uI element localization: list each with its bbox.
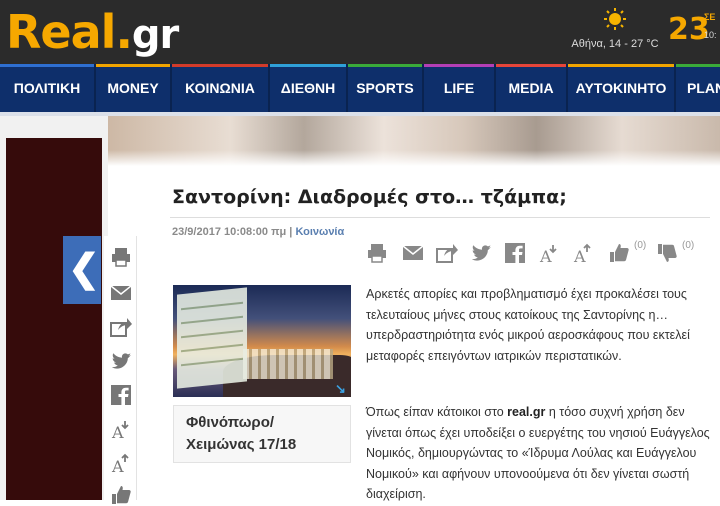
nav-item-1[interactable]: MONEY (96, 64, 170, 112)
source-link[interactable]: real.gr (507, 405, 545, 419)
nav-separator (346, 64, 348, 112)
site-logo[interactable]: Real.gr (6, 4, 179, 63)
date-month: ΣΕ (704, 12, 716, 22)
date-time: 10: (704, 30, 717, 40)
share-icon[interactable] (110, 316, 132, 338)
nav-item-2[interactable]: ΚΟΙΝΩΝΙΑ (172, 64, 268, 112)
nav-item-0[interactable]: ΠΟΛΙΤΙΚΗ (0, 64, 94, 112)
sun-icon (604, 8, 626, 30)
side-share-toolbar: A A (104, 236, 137, 504)
nav-item-label: ΠΟΛΙΤΙΚΗ (13, 80, 81, 96)
nav-separator (494, 64, 496, 112)
nav-item-label: MEDIA (508, 80, 554, 96)
dislike-icon[interactable] (656, 242, 678, 264)
paragraph2-body: η τόσο συχνή χρήση δεν γίνεται όπως έχει… (366, 405, 710, 501)
promo-title: Φθινόπωρο/ Χειμώνας 17/18 (186, 414, 297, 453)
twitter-icon[interactable] (110, 350, 132, 372)
print-icon[interactable] (366, 242, 388, 264)
nav-item-7[interactable]: ΑΥΤΟΚΙΝΗΤΟ (568, 64, 674, 112)
nav-item-accent (568, 64, 674, 67)
left-ad-panel[interactable] (6, 138, 102, 500)
article-title: Σαντορίνη: Διαδρομές στο… τζάμπα; (172, 186, 567, 208)
expand-icon[interactable]: ↘ (335, 381, 349, 396)
font-decrease-icon[interactable]: A (538, 242, 560, 264)
image-overlay (177, 287, 247, 389)
like-count: (0) (634, 240, 647, 251)
article-category-link[interactable]: Κοινωνία (295, 226, 344, 238)
logo-main-text: Real (6, 5, 116, 59)
logo-tld: gr (131, 12, 179, 58)
nav-separator (170, 64, 172, 112)
nav-item-accent (172, 64, 268, 67)
article-date: 23/9/2017 10:08:00 πμ (172, 226, 287, 238)
svg-text:A: A (111, 457, 124, 474)
promo-box[interactable]: Φθινόπωρο/ Χειμώνας 17/18 (173, 405, 351, 463)
logo-dot: . (115, 5, 133, 59)
nav-item-label: PLAN (686, 80, 720, 96)
email-icon[interactable] (402, 242, 424, 264)
previous-article-button[interactable]: ❮ (63, 236, 101, 304)
dislike-count: (0) (682, 240, 695, 251)
share-icon[interactable] (436, 242, 458, 264)
paragraph2-lead: Όπως είπαν κάτοικοι στο (366, 405, 508, 419)
nav-item-label: ΑΥΤΟΚΙΝΗΤΟ (575, 80, 667, 96)
nav-item-6[interactable]: MEDIA (496, 64, 566, 112)
nav-separator (268, 64, 270, 112)
print-icon[interactable] (110, 246, 132, 268)
twitter-icon[interactable] (470, 242, 492, 264)
site-header: Real.gr Αθήνα, 14 - 27 °C 23 ΣΕ 10: (0, 0, 720, 64)
article-paragraph-1: Αρκετές απορίες και προβληματισμό έχει π… (366, 287, 690, 363)
nav-item-accent (0, 64, 94, 67)
nav-item-accent (424, 64, 494, 67)
nav-separator (94, 64, 96, 112)
like-icon[interactable] (608, 242, 630, 264)
nav-item-3[interactable]: ΔΙΕΘΝΗ (270, 64, 346, 112)
nav-item-8[interactable]: PLAN (676, 64, 720, 112)
nav-item-accent (676, 64, 720, 67)
article-image[interactable]: ↘ (173, 285, 351, 397)
email-icon[interactable] (110, 282, 132, 304)
nav-item-label: LIFE (443, 80, 475, 96)
nav-item-accent (270, 64, 346, 67)
article-meta: 23/9/2017 10:08:00 πμ | Κοινωνία (172, 226, 344, 238)
nav-item-accent (96, 64, 170, 67)
nav-item-label: SPORTS (356, 80, 414, 96)
nav-item-accent (496, 64, 566, 67)
hero-fade (108, 150, 720, 166)
font-increase-icon[interactable]: A (110, 452, 132, 474)
nav-separator (566, 64, 568, 112)
svg-text:A: A (573, 247, 586, 264)
image-houses (243, 349, 333, 379)
article-paragraph-2: Όπως είπαν κάτοικοι στο real.gr η τόσο σ… (366, 402, 716, 505)
nav-separator (674, 64, 676, 112)
font-decrease-icon[interactable]: A (110, 418, 132, 440)
weather-text: Αθήνα, 14 - 27 °C (571, 38, 659, 50)
title-divider (170, 217, 710, 218)
nav-separator (422, 64, 424, 112)
facebook-icon[interactable] (110, 384, 132, 406)
nav-item-label: ΔΙΕΘΝΗ (280, 80, 336, 96)
facebook-icon[interactable] (504, 242, 526, 264)
chevron-left-icon: ❮ (68, 248, 100, 290)
nav-item-accent (348, 64, 422, 67)
share-toolbar: A A (0) (0) (364, 240, 720, 268)
nav-item-5[interactable]: LIFE (424, 64, 494, 112)
like-icon[interactable] (110, 484, 132, 506)
main-nav: ΠΟΛΙΤΙΚΗ MONEY ΚΟΙΝΩΝΙΑ ΔΙΕΘΝΗ SPORTS LIFE MED… (0, 64, 720, 112)
font-increase-icon[interactable]: A (572, 242, 594, 264)
nav-item-4[interactable]: SPORTS (348, 64, 422, 112)
nav-item-label: ΚΟΙΝΩΝΙΑ (185, 80, 255, 96)
nav-item-label: MONEY (107, 80, 159, 96)
